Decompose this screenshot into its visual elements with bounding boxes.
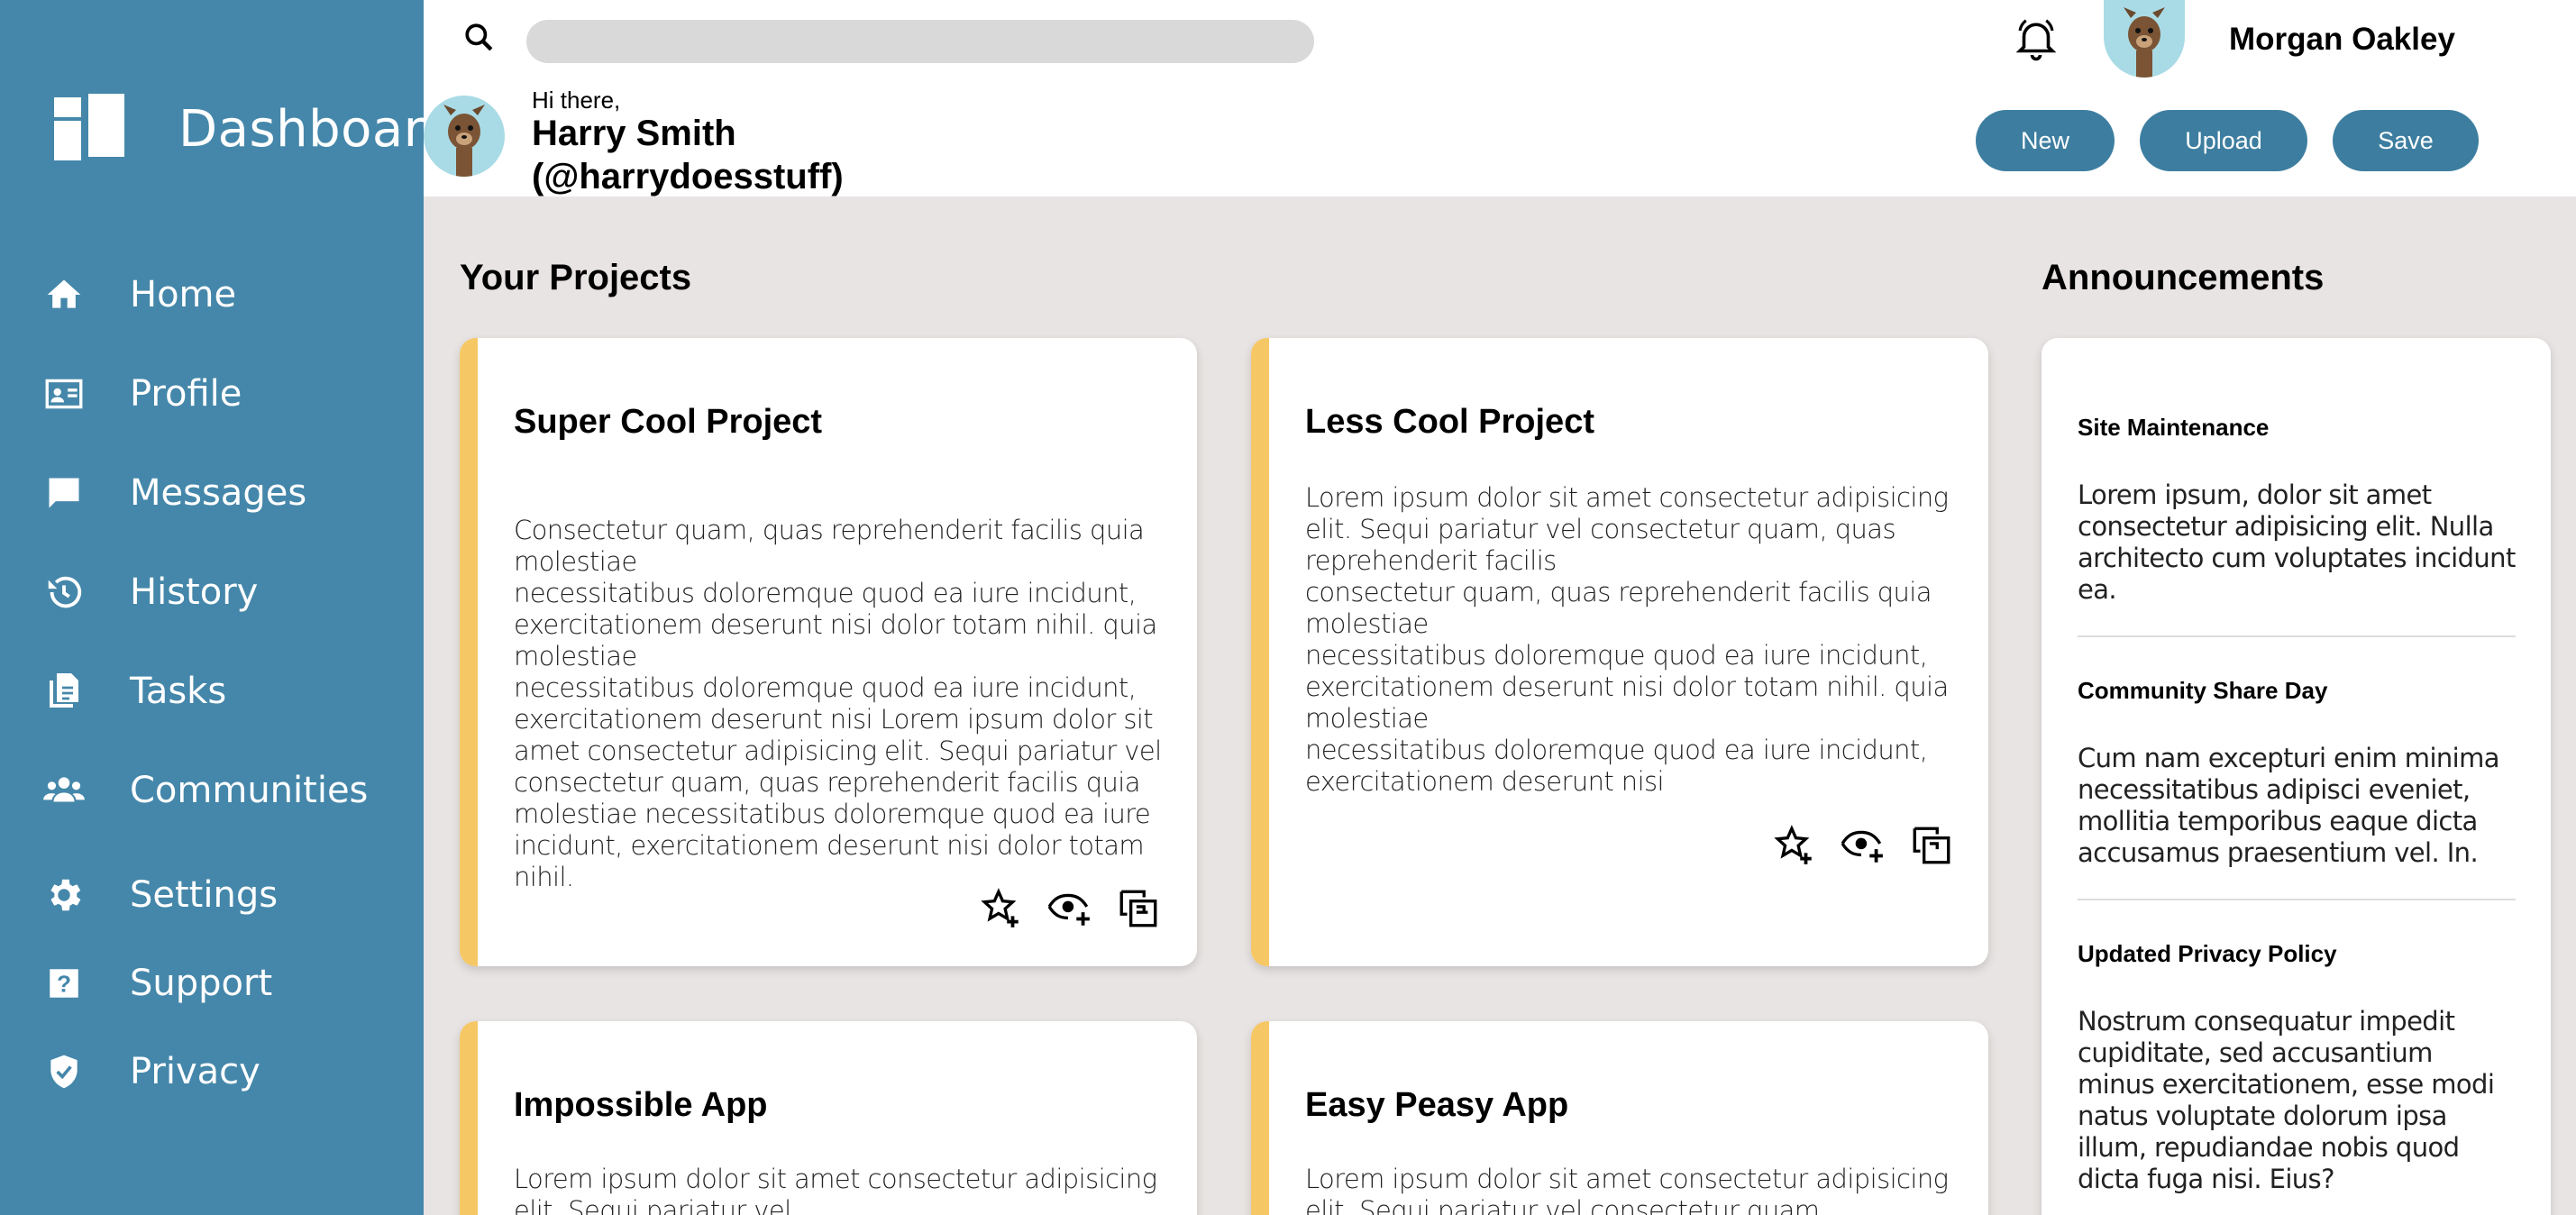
project-description: Lorem ipsum dolor sit amet consectetur a… xyxy=(514,1164,1157,1215)
greeting-user-name: Harry Smith (@harrydoesstuff) xyxy=(532,114,844,196)
sidebar-item-label: Communities xyxy=(130,770,369,811)
search-icon[interactable] xyxy=(460,18,499,58)
sidebar-item-settings[interactable]: Settings xyxy=(40,863,400,927)
sidebar-item-messages[interactable]: Messages xyxy=(40,461,400,525)
message-icon xyxy=(40,469,88,517)
project-description: Consectetur quam, quas reprehenderit fac… xyxy=(514,515,1162,892)
announcements-panel: Site Maintenance Lorem ipsum, dolor sit … xyxy=(2042,338,2551,1215)
shield-icon xyxy=(40,1047,88,1096)
bell-icon[interactable] xyxy=(2012,14,2060,63)
divider xyxy=(2078,899,2516,900)
announcement-item[interactable]: Site Maintenance Lorem ipsum, dolor sit … xyxy=(2078,414,2516,606)
sidebar-item-label: History xyxy=(130,571,259,613)
star-add-icon[interactable] xyxy=(1772,823,1817,868)
project-card[interactable]: Impossible App Lorem ipsum dolor sit ame… xyxy=(460,1021,1197,1215)
project-actions xyxy=(1772,823,1954,868)
communities-icon xyxy=(40,766,88,815)
sidebar-item-profile[interactable]: Profile xyxy=(40,362,400,425)
sidebar-item-history[interactable]: History xyxy=(40,561,400,624)
new-button[interactable]: New xyxy=(1976,110,2115,171)
announcement-title: Site Maintenance xyxy=(2078,414,2270,441)
divider xyxy=(2078,635,2516,637)
share-copy-icon[interactable] xyxy=(1909,823,1954,868)
star-add-icon[interactable] xyxy=(979,886,1024,931)
announcement-text: Lorem ipsum, dolor sit amet consectetur … xyxy=(2078,480,2516,605)
dashboard-logo-icon xyxy=(54,94,124,164)
announcements-heading: Announcements xyxy=(2042,258,2325,297)
share-copy-icon[interactable] xyxy=(1116,886,1161,931)
sidebar: Dashboard Home Profile Messages History xyxy=(0,0,456,1215)
sidebar-item-label: Support xyxy=(130,963,273,1004)
sidebar-item-privacy[interactable]: Privacy xyxy=(40,1040,400,1103)
sidebar-item-label: Privacy xyxy=(130,1051,260,1092)
announcement-item[interactable]: Updated Privacy Policy Nostrum consequat… xyxy=(2078,940,2516,1195)
search-input[interactable] xyxy=(526,20,1314,63)
project-title: Impossible App xyxy=(514,1086,768,1124)
brand-title: Dashboard xyxy=(178,99,457,159)
sidebar-item-label: Profile xyxy=(130,373,242,415)
project-title: Super Cool Project xyxy=(514,403,823,441)
sidebar-item-support[interactable]: ? Support xyxy=(40,952,400,1015)
projects-heading: Your Projects xyxy=(460,258,692,297)
view-add-icon[interactable] xyxy=(1841,823,1886,868)
upload-button[interactable]: Upload xyxy=(2140,110,2307,171)
announcement-item[interactable]: Community Share Day Cum nam excepturi en… xyxy=(2078,677,2516,869)
announcement-text: Nostrum consequatur impedit cupiditate, … xyxy=(2078,1006,2495,1194)
current-user-name[interactable]: Morgan Oakley xyxy=(2229,22,2455,58)
sidebar-item-home[interactable]: Home xyxy=(40,263,400,326)
project-actions xyxy=(979,886,1161,931)
greeting-avatar xyxy=(424,96,505,177)
history-icon xyxy=(40,568,88,617)
project-card[interactable]: Super Cool Project Consectetur quam, qua… xyxy=(460,338,1197,966)
project-title: Easy Peasy App xyxy=(1305,1086,1569,1124)
save-button[interactable]: Save xyxy=(2333,110,2479,171)
brand[interactable]: Dashboard xyxy=(54,94,456,164)
announcement-title: Updated Privacy Policy xyxy=(2078,940,2337,967)
sidebar-item-tasks[interactable]: Tasks xyxy=(40,660,400,723)
svg-text:?: ? xyxy=(57,971,71,998)
project-title: Less Cool Project xyxy=(1305,403,1594,441)
sidebar-item-label: Tasks xyxy=(130,671,227,712)
project-description: Lorem ipsum dolor sit amet consectetur a… xyxy=(1305,1164,1949,1215)
project-card[interactable]: Easy Peasy App Lorem ipsum dolor sit ame… xyxy=(1251,1021,1988,1215)
sidebar-item-label: Home xyxy=(130,274,237,315)
project-card[interactable]: Less Cool Project Lorem ipsum dolor sit … xyxy=(1251,338,1988,966)
tasks-icon xyxy=(40,667,88,716)
home-icon xyxy=(40,270,88,319)
help-icon: ? xyxy=(40,959,88,1008)
view-add-icon[interactable] xyxy=(1047,886,1092,931)
top-header: Morgan Oakley Hi there, Harry Smith (@ha… xyxy=(424,0,2576,196)
project-description: Lorem ipsum dolor sit amet consectetur a… xyxy=(1305,482,1949,797)
profile-card-icon xyxy=(40,370,88,418)
gear-icon xyxy=(40,871,88,919)
sidebar-item-communities[interactable]: Communities xyxy=(40,759,400,822)
greeting-text: Hi there, xyxy=(532,87,621,114)
sidebar-item-label: Messages xyxy=(130,472,307,514)
sidebar-item-label: Settings xyxy=(130,874,279,916)
announcement-text: Cum nam excepturi enim minima necessitat… xyxy=(2078,743,2500,868)
avatar[interactable] xyxy=(2104,0,2185,78)
announcement-title: Community Share Day xyxy=(2078,677,2328,704)
